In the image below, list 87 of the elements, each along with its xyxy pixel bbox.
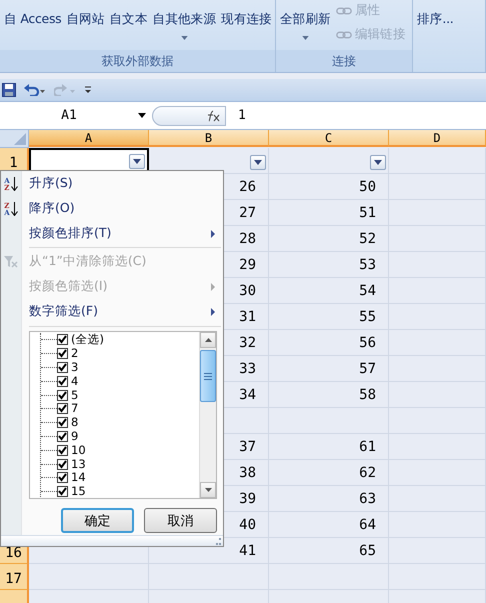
filter-dropdown-button[interactable] bbox=[370, 155, 386, 170]
undo-icon[interactable] bbox=[24, 84, 46, 96]
scroll-up-button[interactable] bbox=[200, 332, 216, 348]
clear-filter-icon bbox=[4, 256, 18, 268]
table-cell[interactable]: 64 bbox=[269, 512, 389, 538]
list-item-label: 4 bbox=[71, 374, 78, 388]
table-cell[interactable]: 54 bbox=[269, 278, 389, 304]
ribbon-button[interactable]: 排序... bbox=[416, 11, 454, 28]
link-icon bbox=[336, 6, 352, 14]
caret-icon bbox=[374, 160, 382, 165]
column-header[interactable]: C bbox=[269, 130, 389, 147]
checkbox[interactable] bbox=[57, 444, 68, 456]
redo-icon[interactable] bbox=[54, 84, 76, 96]
filter-dropdown-button[interactable] bbox=[129, 154, 145, 169]
list-item-label: 2 bbox=[71, 347, 78, 360]
checkbox[interactable] bbox=[57, 348, 68, 360]
resize-grip-icon[interactable] bbox=[214, 538, 221, 544]
scrollbar-thumb[interactable] bbox=[200, 350, 216, 402]
ribbon-button[interactable]: 全部刷新 bbox=[279, 11, 332, 40]
checkbox[interactable] bbox=[57, 430, 68, 442]
list-item-label: (全选) bbox=[71, 333, 104, 346]
dialog-button[interactable]: 确定 bbox=[61, 508, 134, 533]
column-header[interactable]: D bbox=[389, 130, 486, 147]
arrow-up-icon bbox=[204, 338, 212, 342]
list-item-label: 14 bbox=[71, 471, 86, 484]
menu-item[interactable]: 按颜色排序(T) bbox=[1, 221, 223, 246]
checkbox[interactable] bbox=[57, 362, 68, 373]
group-label: 获取外部数据 bbox=[0, 50, 275, 72]
list-item-label: 10 bbox=[71, 444, 86, 457]
caret-icon bbox=[138, 113, 146, 118]
table-cell[interactable]: 53 bbox=[269, 252, 389, 278]
table-cell[interactable]: 62 bbox=[269, 460, 389, 486]
submenu-arrow-icon bbox=[211, 230, 215, 238]
list-item-label: 7 bbox=[71, 402, 78, 416]
caret-icon bbox=[180, 36, 188, 40]
list-item-label: 15 bbox=[71, 485, 86, 498]
caret-icon bbox=[133, 159, 141, 164]
row-header[interactable]: 17 bbox=[0, 564, 29, 590]
table-cell[interactable]: 63 bbox=[269, 486, 389, 512]
ribbon-button[interactable]: 自网站 bbox=[65, 11, 106, 28]
list-item-label: 8 bbox=[71, 416, 78, 430]
grip-icon bbox=[204, 372, 212, 380]
checkbox[interactable] bbox=[57, 486, 68, 498]
list-item-label: 5 bbox=[71, 388, 78, 402]
list-item-label: 9 bbox=[71, 430, 78, 443]
table-cell[interactable]: 51 bbox=[269, 200, 389, 226]
function-icon bbox=[205, 110, 221, 122]
submenu-arrow-icon bbox=[211, 283, 215, 291]
column-header[interactable]: A bbox=[29, 130, 149, 147]
table-cell[interactable]: 57 bbox=[269, 356, 389, 382]
table-cell[interactable]: 65 bbox=[269, 538, 389, 564]
customize-toolbar-icon[interactable] bbox=[84, 86, 92, 94]
checkbox[interactable] bbox=[57, 472, 68, 484]
insert-function-button[interactable] bbox=[152, 106, 226, 126]
checkbox[interactable] bbox=[57, 403, 68, 414]
select-all-icon[interactable] bbox=[14, 133, 26, 145]
list-item-label: 3 bbox=[71, 360, 78, 374]
caret-icon bbox=[302, 36, 309, 40]
list-item-label: 13 bbox=[71, 458, 86, 471]
name-box[interactable]: A1 bbox=[0, 108, 152, 123]
ribbon-button[interactable]: 自文本 bbox=[108, 11, 149, 28]
group-label: 连接 bbox=[276, 50, 412, 72]
save-icon[interactable] bbox=[2, 83, 16, 97]
scroll-down-button[interactable] bbox=[200, 482, 216, 498]
checkbox[interactable] bbox=[57, 390, 68, 401]
formula-field[interactable]: 1 bbox=[226, 108, 246, 123]
arrow-down-icon bbox=[204, 488, 212, 492]
table-cell[interactable]: 52 bbox=[269, 226, 389, 252]
dialog-button[interactable]: 取消 bbox=[144, 508, 217, 533]
submenu-arrow-icon bbox=[211, 308, 215, 316]
caret-icon bbox=[254, 160, 262, 165]
column-header[interactable]: B bbox=[149, 130, 269, 147]
table-cell[interactable]: 61 bbox=[269, 434, 389, 460]
table-cell[interactable]: 58 bbox=[269, 382, 389, 408]
checkbox[interactable] bbox=[57, 376, 68, 387]
link-icon bbox=[336, 30, 352, 38]
checkbox[interactable] bbox=[57, 334, 68, 346]
ribbon-button[interactable]: 自 Access bbox=[3, 11, 62, 28]
table-cell[interactable]: 56 bbox=[269, 330, 389, 356]
table-cell[interactable]: 55 bbox=[269, 304, 389, 330]
filter-dropdown-button[interactable] bbox=[250, 155, 266, 170]
checkbox[interactable] bbox=[57, 417, 68, 428]
ribbon-button[interactable]: 现有连接 bbox=[220, 11, 273, 28]
checkbox[interactable] bbox=[57, 458, 68, 470]
table-cell[interactable]: 50 bbox=[269, 174, 389, 200]
menu-item[interactable]: 数字筛选(F) bbox=[1, 299, 223, 324]
ribbon-button[interactable]: 自其他来源 bbox=[152, 11, 218, 40]
